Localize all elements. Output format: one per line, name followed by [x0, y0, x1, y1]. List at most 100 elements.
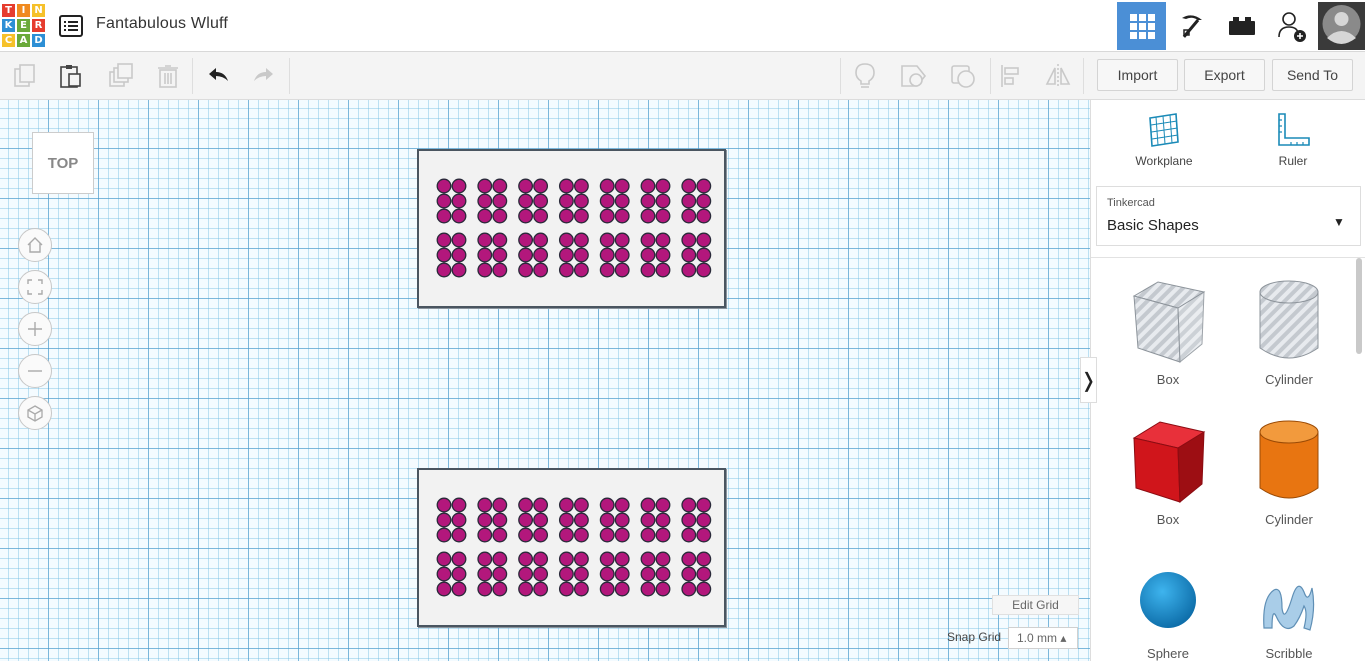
redo-icon	[254, 68, 273, 81]
braille-dot	[518, 512, 534, 528]
ruler-tool[interactable]: Ruler	[1243, 112, 1343, 168]
design-menu-icon[interactable]	[58, 13, 84, 39]
braille-dot	[640, 208, 656, 224]
top-header: T I N K E R C A D Fantabulous Wluff	[0, 0, 1365, 52]
shape-box-hole[interactable]: Box	[1113, 278, 1223, 387]
braille-dot	[518, 232, 534, 248]
hole-box-icon	[1132, 281, 1206, 364]
shape-box-solid[interactable]: Box	[1113, 418, 1223, 527]
shape-label: Cylinder	[1265, 372, 1313, 387]
3d-view-grid-button[interactable]	[1117, 2, 1166, 50]
workplane-icon	[1149, 113, 1179, 147]
home-view-button[interactable]	[18, 228, 52, 262]
braille-dot	[451, 497, 467, 513]
braille-dot	[655, 178, 671, 194]
import-button[interactable]: Import	[1097, 59, 1178, 91]
braille-dot	[655, 497, 671, 513]
braille-dot	[573, 551, 589, 567]
workplane-grid[interactable]: TOP Edit Grid Snap Grid 1.0 mm ▴	[0, 100, 1090, 661]
dot-pattern-plate[interactable]	[417, 468, 726, 627]
braille-dot	[614, 512, 630, 528]
braille-dot	[492, 566, 508, 582]
braille-dot	[492, 178, 508, 194]
shape-cylinder-hole[interactable]: Cylinder	[1234, 278, 1344, 387]
codeblocks-button[interactable]	[1167, 2, 1216, 50]
braille-dot	[518, 551, 534, 567]
shape-cylinder-solid[interactable]: Cylinder	[1234, 418, 1344, 527]
braille-dot	[436, 551, 452, 567]
tinkercad-logo[interactable]: T I N K E R C A D	[1, 3, 46, 48]
send-to-button[interactable]: Send To	[1272, 59, 1353, 91]
braille-dot	[573, 262, 589, 278]
library-name: Basic Shapes	[1107, 217, 1199, 234]
zoom-out-button[interactable]	[18, 354, 52, 388]
braille-dot	[451, 247, 467, 263]
braille-dot	[696, 551, 712, 567]
shape-scribble[interactable]: Scribble	[1234, 568, 1344, 661]
logo-letter: C	[1, 33, 16, 48]
snap-grid-select[interactable]: 1.0 mm ▴	[1008, 627, 1078, 649]
align-button[interactable]	[996, 61, 1026, 91]
duplicate-button[interactable]	[105, 61, 135, 91]
braille-dot	[599, 512, 615, 528]
group-button[interactable]	[948, 61, 978, 91]
copy-icon	[14, 64, 35, 87]
braille-dot	[614, 262, 630, 278]
braille-dot	[492, 208, 508, 224]
panel-scrollbar[interactable]	[1356, 258, 1362, 354]
fit-view-button[interactable]	[18, 270, 52, 304]
collapse-panel-button[interactable]: ❭	[1080, 357, 1097, 403]
delete-button[interactable]	[153, 61, 183, 91]
export-button[interactable]: Export	[1184, 59, 1265, 91]
undo-button[interactable]	[203, 61, 233, 91]
copy-button[interactable]	[10, 61, 40, 91]
braille-dot	[558, 551, 574, 567]
document-title[interactable]: Fantabulous Wluff	[96, 15, 228, 33]
braille-dot	[492, 497, 508, 513]
braille-dot	[436, 262, 452, 278]
edit-grid-button[interactable]: Edit Grid	[992, 595, 1079, 615]
mirror-button[interactable]	[1043, 61, 1073, 91]
invite-user-button[interactable]	[1267, 2, 1316, 50]
notes-toggle-button[interactable]	[850, 61, 880, 91]
braille-dot	[696, 527, 712, 543]
braille-dot	[451, 512, 467, 528]
note-button[interactable]	[898, 61, 928, 91]
perspective-button[interactable]	[18, 396, 52, 430]
redo-button[interactable]	[249, 61, 279, 91]
braille-dot	[451, 551, 467, 567]
group-icon	[951, 65, 975, 88]
user-avatar[interactable]	[1318, 2, 1365, 50]
braille-dot	[681, 497, 697, 513]
dot-pattern-plate[interactable]	[417, 149, 726, 308]
braille-dot	[696, 208, 712, 224]
workplane-tool[interactable]: Workplane	[1114, 112, 1214, 168]
braille-dot	[477, 551, 493, 567]
braille-dot	[614, 208, 630, 224]
dot-pattern	[436, 178, 712, 278]
braille-dot	[533, 497, 549, 513]
braille-dot	[696, 247, 712, 263]
braille-dot	[477, 262, 493, 278]
braille-dot	[436, 527, 452, 543]
braille-dot	[573, 232, 589, 248]
braille-dot	[599, 551, 615, 567]
braille-dot	[518, 497, 534, 513]
scribble-icon	[1263, 585, 1315, 631]
braille-dot	[681, 527, 697, 543]
shape-library-select[interactable]: Tinkercad Basic Shapes ▼	[1096, 186, 1361, 246]
braille-dot	[492, 232, 508, 248]
zoom-in-button[interactable]	[18, 312, 52, 346]
braille-dot	[599, 178, 615, 194]
shape-label: Box	[1156, 372, 1180, 387]
braille-dot	[696, 566, 712, 582]
view-cube[interactable]: TOP	[32, 132, 94, 194]
braille-dot	[599, 497, 615, 513]
bricks-icon	[1228, 17, 1255, 35]
braille-dot	[640, 178, 656, 194]
bricks-button[interactable]	[1217, 2, 1266, 50]
paste-button[interactable]	[56, 61, 86, 91]
dot-pattern	[436, 497, 712, 597]
shape-sphere[interactable]: Sphere	[1113, 568, 1223, 661]
braille-dot	[533, 247, 549, 263]
